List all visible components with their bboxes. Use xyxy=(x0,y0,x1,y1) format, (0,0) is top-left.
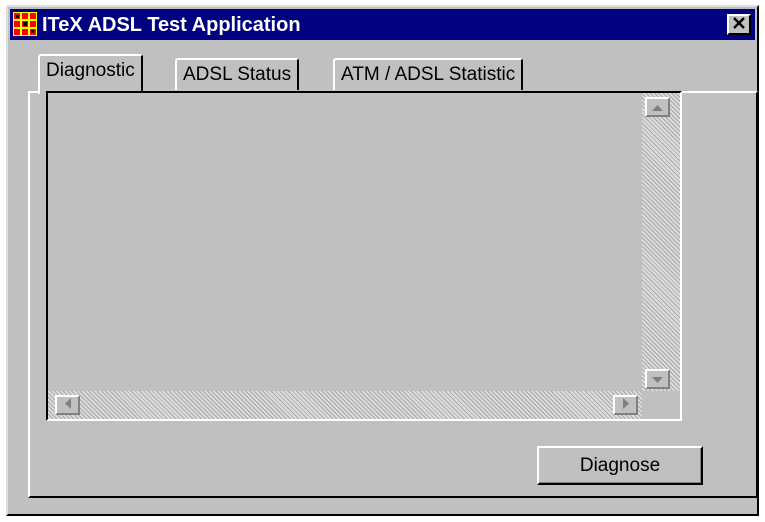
app-grid-icon xyxy=(13,12,37,36)
tab-atm-adsl-statistic-label: ATM / ADSL Statistic xyxy=(341,64,516,85)
diagnostic-output-area[interactable] xyxy=(46,91,682,421)
diagnose-button[interactable]: Diagnose xyxy=(537,446,703,485)
horizontal-scrollbar[interactable] xyxy=(48,391,642,419)
tab-atm-adsl-statistic[interactable]: ATM / ADSL Statistic xyxy=(333,58,524,90)
title-bar[interactable]: ITeX ADSL Test Application xyxy=(10,9,755,40)
scroll-left-button[interactable] xyxy=(55,395,80,415)
window-title: ITeX ADSL Test Application xyxy=(42,14,301,36)
tab-adsl-status[interactable]: ADSL Status xyxy=(175,58,300,90)
arrow-down-icon xyxy=(652,370,663,388)
close-x-icon xyxy=(732,16,746,34)
tab-adsl-status-label: ADSL Status xyxy=(183,64,292,85)
arrow-left-icon xyxy=(64,396,71,414)
scrollbar-corner xyxy=(642,391,680,419)
tab-diagnostic[interactable]: Diagnostic xyxy=(38,54,143,94)
vertical-scrollbar[interactable] xyxy=(642,93,680,391)
scroll-right-button[interactable] xyxy=(613,395,638,415)
scroll-down-button[interactable] xyxy=(645,369,670,389)
tab-diagnostic-label: Diagnostic xyxy=(46,60,135,81)
arrow-up-icon xyxy=(652,98,663,116)
arrow-right-icon xyxy=(622,396,629,414)
close-button[interactable] xyxy=(727,14,751,35)
scroll-up-button[interactable] xyxy=(645,97,670,117)
